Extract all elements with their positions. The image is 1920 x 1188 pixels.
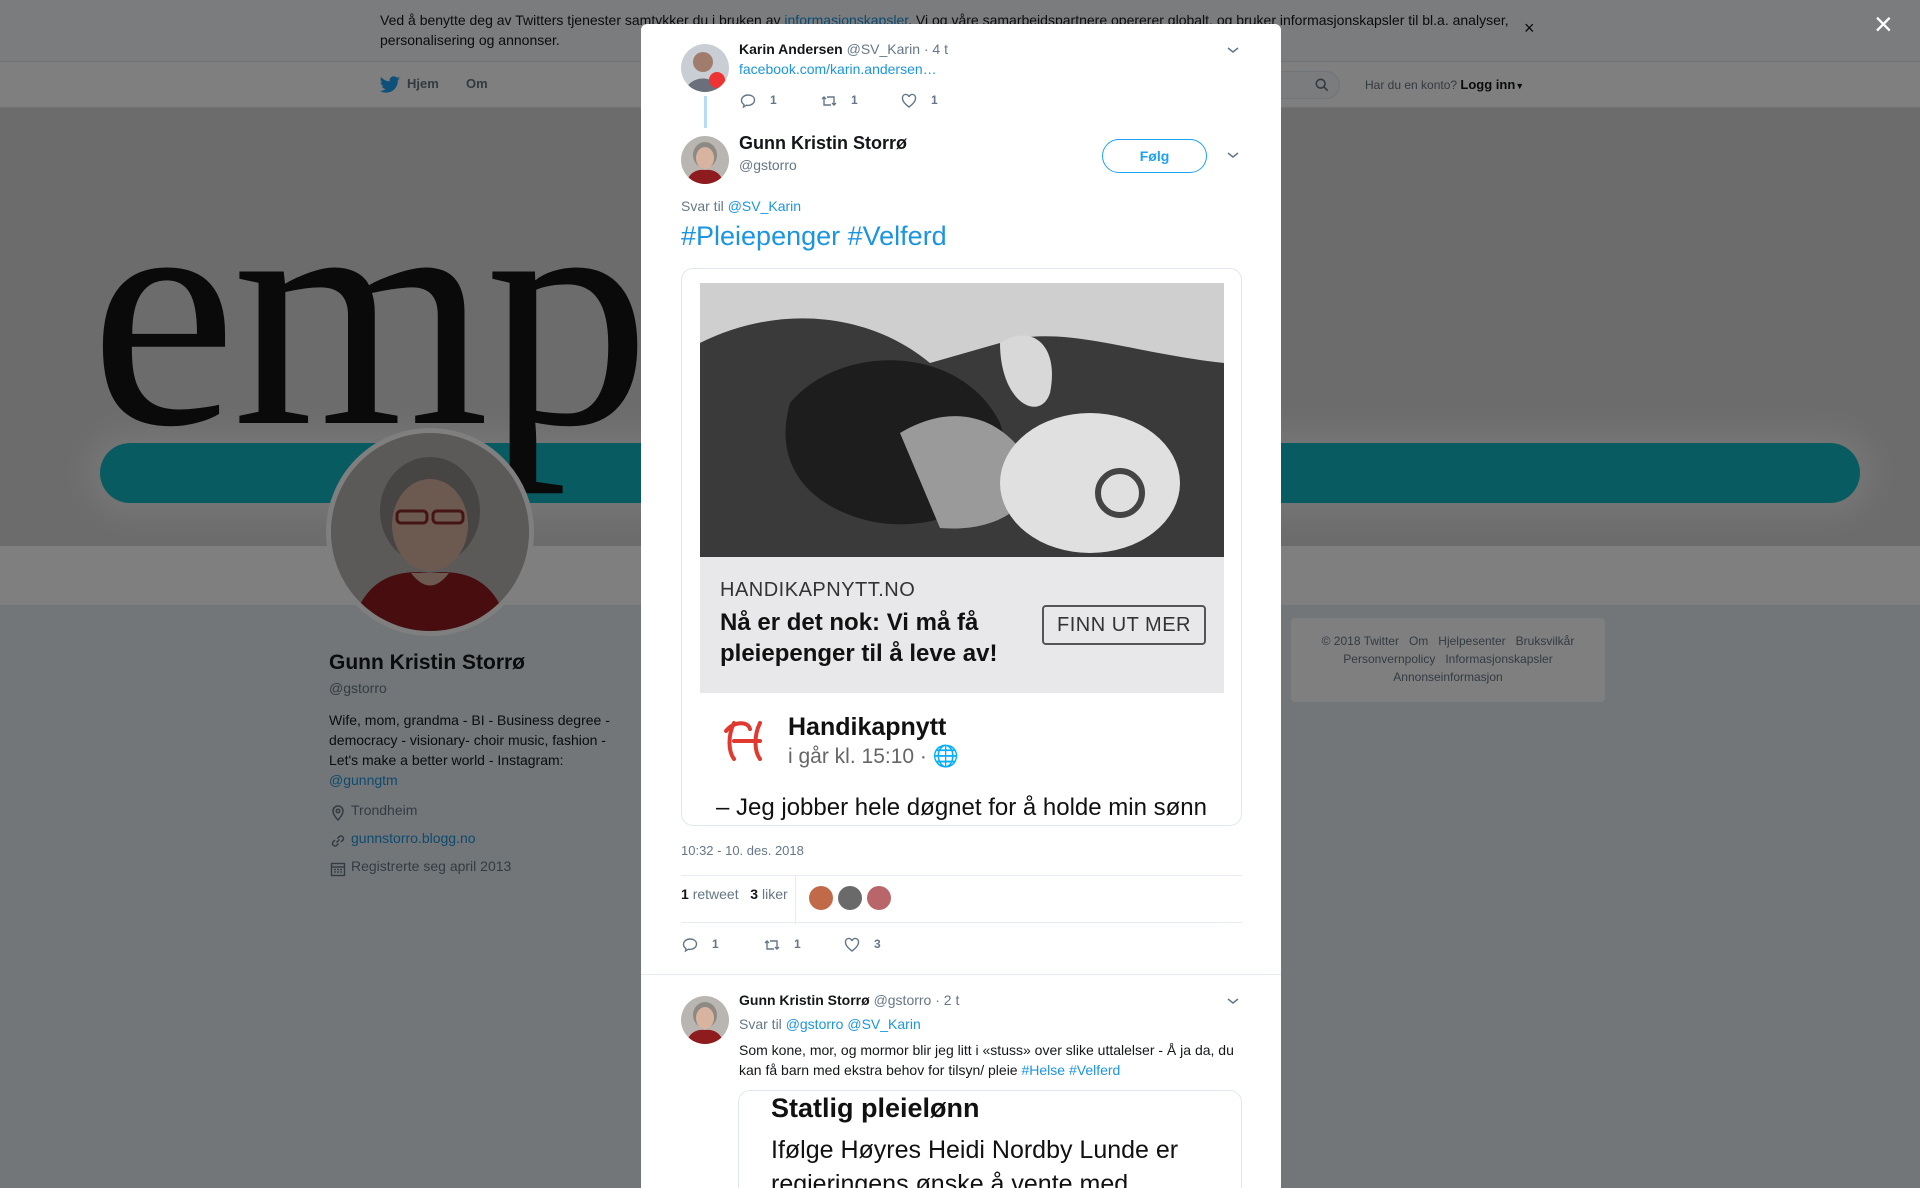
reply-author-name[interactable]: Gunn Kristin Storrø: [739, 992, 870, 1008]
tweet-media[interactable]: HANDIKAPNYTT.NO Nå er det nok: Vi må få …: [681, 268, 1242, 826]
retweet-icon: [764, 940, 780, 950]
globe-icon: 🌐: [932, 745, 959, 768]
retweet-icon: [821, 96, 837, 106]
reply-tweet-header: Gunn Kristin Storrø @gstorro · 2 t: [739, 992, 959, 1008]
parent-reply-count: 1: [770, 93, 777, 107]
reply-to-label: Svar til: [739, 1016, 782, 1032]
like-label[interactable]: liker: [762, 886, 788, 902]
parent-tweet-link[interactable]: facebook.com/karin.andersen…: [739, 61, 937, 77]
retweet-count[interactable]: 1: [681, 886, 689, 902]
parent-author-name[interactable]: Karin Andersen: [739, 41, 843, 57]
reply-image-text: Ifølge Høyres Heidi Nordby Lunde er regj…: [771, 1136, 1179, 1188]
hashtag-link[interactable]: #Helse: [1021, 1062, 1065, 1078]
follow-button[interactable]: Følg: [1102, 139, 1207, 173]
handikapnytt-logo: [724, 721, 762, 761]
tweet-stats: 1 retweet 3 liker: [681, 886, 788, 902]
gunn-photo-small: [681, 996, 729, 1044]
reply-icon: [740, 94, 756, 109]
tweet-modal: Karin Andersen @SV_Karin · 4 t facebook.…: [641, 24, 1281, 1188]
tweet-timestamp[interactable]: 10:32 - 10. des. 2018: [681, 843, 804, 858]
heart-icon: [844, 937, 860, 952]
retweet-label[interactable]: retweet: [693, 886, 739, 902]
link-card[interactable]: HANDIKAPNYTT.NO Nå er det nok: Vi må få …: [700, 557, 1224, 693]
reply-author-handle[interactable]: @gstorro: [874, 992, 932, 1008]
main-reply-count: 1: [712, 937, 719, 951]
main-like-count: 3: [874, 937, 881, 951]
card-source-time-text: i går kl. 15:10 ·: [788, 745, 927, 768]
liker-avatar[interactable]: [838, 886, 862, 910]
like-count[interactable]: 3: [750, 886, 758, 902]
liker-avatar[interactable]: [809, 886, 833, 910]
divider: [641, 974, 1281, 975]
main-author-handle[interactable]: @gstorro: [739, 157, 797, 173]
card-cta-button[interactable]: FINN UT MER: [1042, 605, 1206, 645]
reply-media[interactable]: Statlig pleielønn Ifølge Høyres Heidi No…: [738, 1090, 1242, 1188]
chevron-down-icon[interactable]: [1226, 45, 1240, 55]
card-site: HANDIKAPNYTT.NO: [720, 579, 916, 601]
hashtag-link[interactable]: #Velferd: [1069, 1062, 1120, 1078]
gunn-photo: [681, 136, 729, 184]
liker-avatar[interactable]: [867, 886, 891, 910]
reply-to-mention[interactable]: @gstorro: [786, 1016, 844, 1032]
parent-author-handle[interactable]: @SV_Karin: [847, 41, 920, 57]
reply-to-mention[interactable]: @SV_Karin: [728, 198, 801, 214]
reply-image-title: Statlig pleielønn: [771, 1093, 980, 1123]
reply-context: Svar til @gstorro @SV_Karin: [739, 1016, 921, 1032]
karin-avatar[interactable]: [681, 44, 729, 92]
card-source-post: Handikapnytt i går kl. 15:10 · 🌐 – Jeg j…: [700, 693, 1224, 825]
card-source-time: i går kl. 15:10 · 🌐: [788, 745, 959, 769]
tweet-hashtags[interactable]: #Pleiepenger #Velferd: [681, 221, 947, 252]
main-author-name[interactable]: Gunn Kristin Storrø: [739, 133, 907, 154]
parent-retweet-count: 1: [851, 93, 858, 107]
reply-text: Som kone, mor, og mormor blir jeg litt i…: [739, 1042, 1234, 1078]
divider: [681, 922, 1242, 923]
stats-separator: [795, 876, 796, 924]
thread-line: [704, 96, 707, 128]
chevron-down-icon[interactable]: [1226, 150, 1240, 160]
parent-tweet-header: Karin Andersen @SV_Karin · 4 t: [739, 41, 948, 57]
heart-icon: [901, 93, 917, 108]
reply-author-avatar[interactable]: [681, 996, 729, 1044]
card-title: Nå er det nok: Vi må få pleiepenger til …: [720, 609, 998, 667]
main-retweet-count: 1: [794, 937, 801, 951]
reply-tweet-time[interactable]: · 2 t: [935, 992, 959, 1008]
parent-tweet-time[interactable]: · 4 t: [924, 41, 948, 57]
main-author-avatar[interactable]: [681, 136, 729, 184]
reply-to-label: Svar til: [681, 198, 724, 214]
chevron-down-icon[interactable]: [1226, 996, 1240, 1006]
media-photo: [700, 283, 1224, 557]
photo-image: [700, 283, 1224, 557]
reply-icon: [682, 938, 698, 953]
card-source-quote: – Jeg jobber hele døgnet for å holde min…: [716, 794, 1207, 821]
main-reply-context: Svar til @SV_Karin: [681, 198, 801, 214]
karin-photo: [681, 44, 729, 92]
close-icon[interactable]: ×: [1874, 8, 1893, 40]
reply-tweet-text: Som kone, mor, og mormor blir jeg litt i…: [739, 1040, 1249, 1080]
divider: [681, 875, 1242, 876]
parent-like-count: 1: [931, 93, 938, 107]
card-source-name: Handikapnytt: [788, 713, 947, 741]
reply-to-mention[interactable]: @SV_Karin: [847, 1016, 920, 1032]
